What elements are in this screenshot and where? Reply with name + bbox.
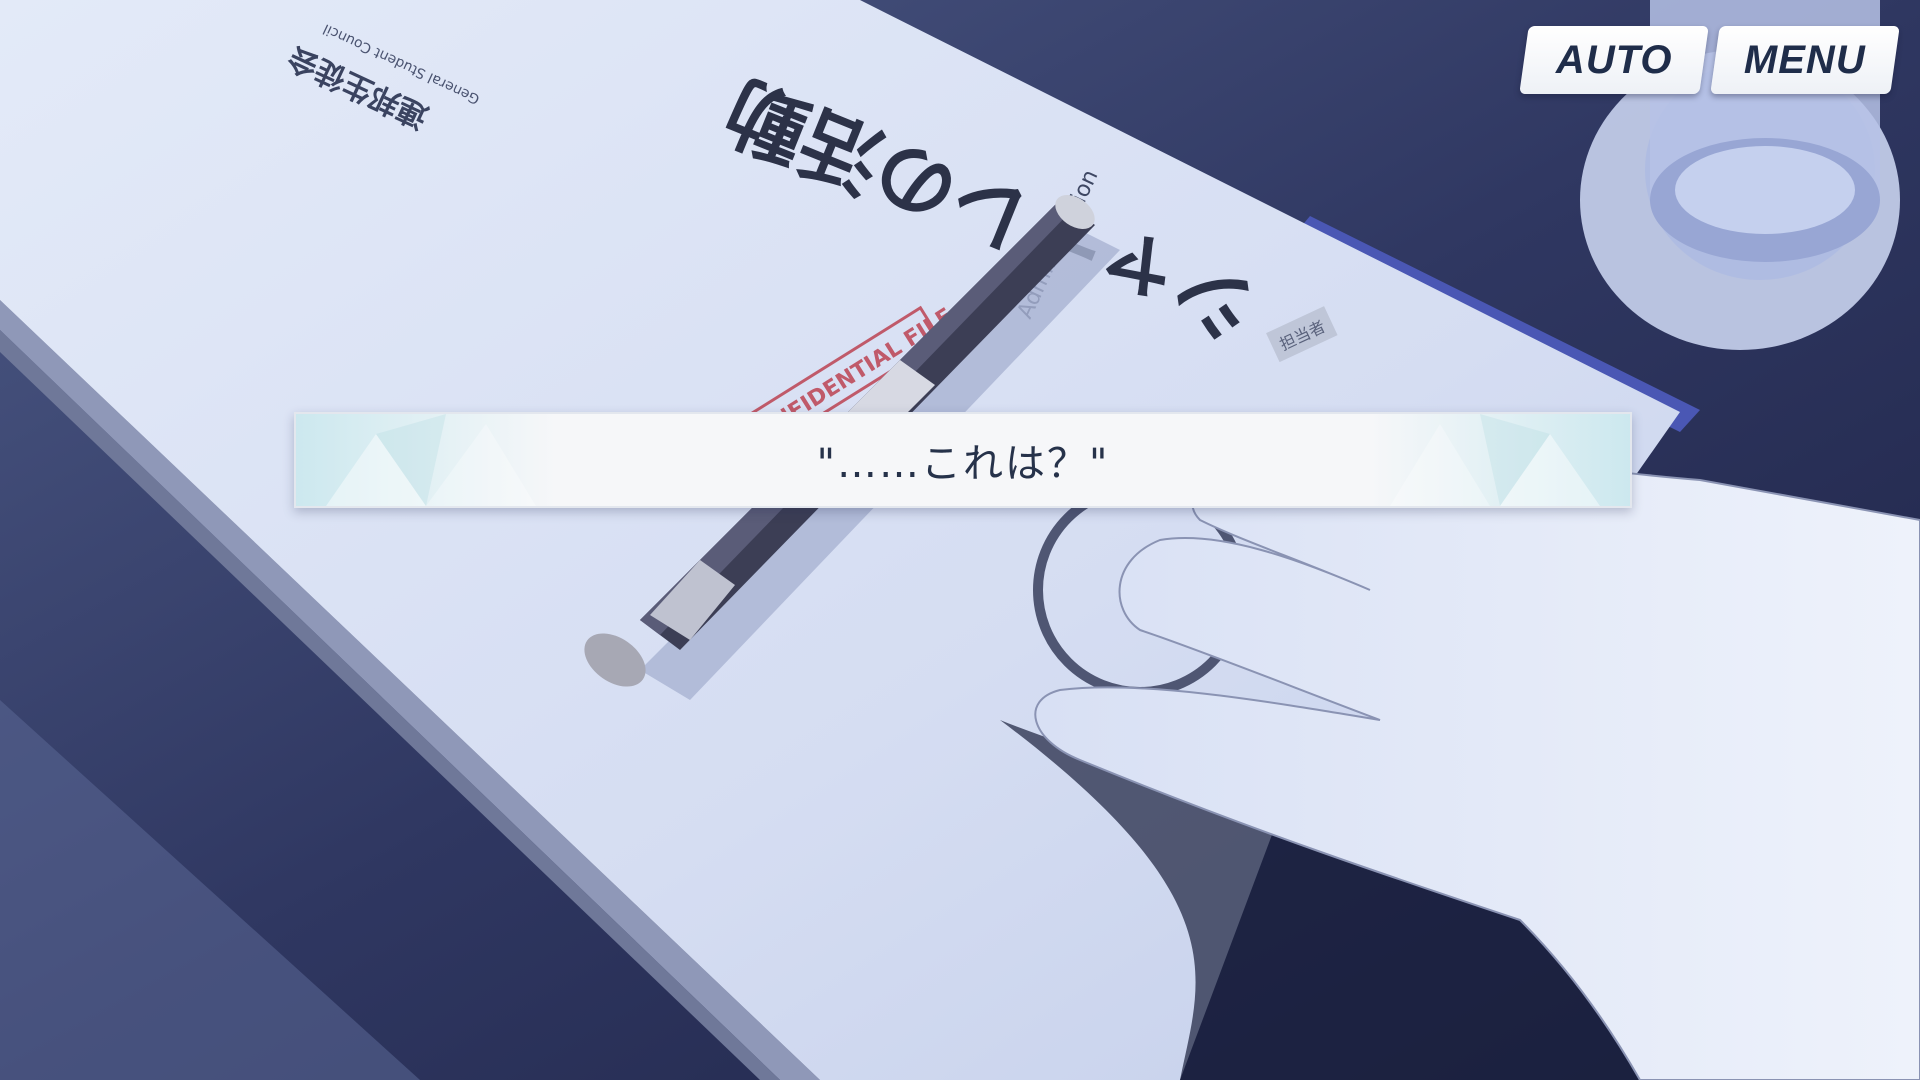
menu-button[interactable]: MENU <box>1710 26 1900 94</box>
auto-button[interactable]: AUTO <box>1519 26 1709 94</box>
scene-illustration: 連邦生徒会 General Student Council シャーレの活動 担当… <box>0 0 1920 1080</box>
menu-button-label: MENU <box>1744 37 1866 82</box>
dialogue-text: "……これは？" <box>816 441 1110 487</box>
auto-button-label: AUTO <box>1555 37 1673 82</box>
dialogue-box[interactable]: "……これは？" <box>294 412 1632 508</box>
scene-background: 連邦生徒会 General Student Council シャーレの活動 担当… <box>0 0 1920 1080</box>
